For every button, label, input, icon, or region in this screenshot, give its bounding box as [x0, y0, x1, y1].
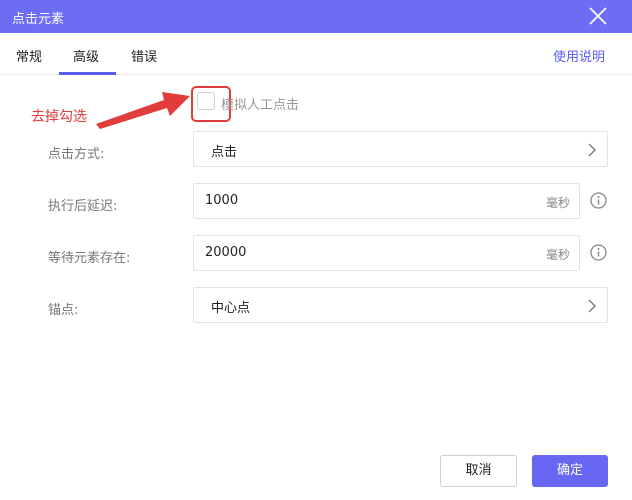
anchor-select[interactable]: 中心点 [193, 287, 608, 323]
chevron-right-icon [588, 299, 596, 313]
simulate-click-checkbox[interactable] [197, 92, 215, 110]
wait-element-input[interactable]: 20000 毫秒 [193, 235, 580, 271]
tab-advanced[interactable]: 高级 [73, 46, 99, 65]
anchor-value: 中心点 [211, 301, 251, 316]
annotation-arrow-icon [96, 92, 190, 129]
dialog-titlebar: 点击元素 [0, 0, 632, 33]
info-icon[interactable] [590, 244, 607, 261]
delay-after-value: 1000 [205, 193, 239, 208]
info-icon[interactable] [590, 192, 607, 209]
wait-element-value: 20000 [205, 245, 247, 260]
tab-general[interactable]: 常规 [16, 46, 42, 65]
help-link[interactable]: 使用说明 [553, 46, 605, 65]
dialog-title: 点击元素 [12, 12, 65, 27]
click-mode-value: 点击 [211, 145, 238, 160]
wait-element-label: 等待元素存在: [48, 251, 131, 266]
anchor-label: 锚点: [48, 303, 79, 318]
confirm-button[interactable]: 确定 [532, 455, 608, 487]
close-icon[interactable] [588, 6, 608, 26]
click-mode-label: 点击方式: [48, 147, 105, 162]
click-mode-select[interactable]: 点击 [193, 131, 608, 167]
delay-after-label: 执行后延迟: [48, 199, 118, 214]
active-tab-indicator [59, 72, 116, 75]
delay-after-unit: 毫秒 [545, 196, 570, 210]
wait-element-unit: 毫秒 [545, 248, 570, 262]
tab-bar: 常规 高级 错误 使用说明 [0, 33, 632, 75]
tab-error[interactable]: 错误 [131, 46, 157, 65]
cancel-button[interactable]: 取消 [440, 455, 517, 487]
delay-after-input[interactable]: 1000 毫秒 [193, 183, 580, 219]
simulate-click-label: 模拟人工点击 [221, 98, 300, 113]
annotation-label: 去掉勾选 [31, 109, 87, 125]
chevron-right-icon [588, 143, 596, 157]
